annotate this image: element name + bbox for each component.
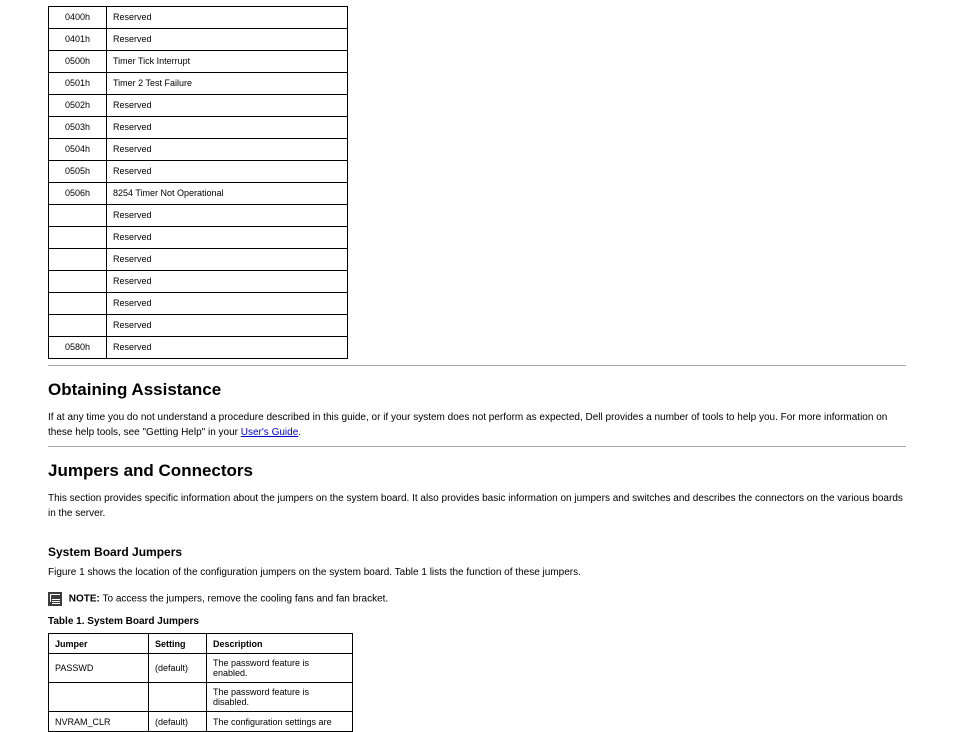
code-cell xyxy=(49,249,107,271)
desc-cell: Timer Tick Interrupt xyxy=(107,51,348,73)
code-cell xyxy=(49,293,107,315)
table-row: 0502hReserved xyxy=(49,95,348,117)
table-row: Reserved xyxy=(49,271,348,293)
code-cell: 0502h xyxy=(49,95,107,117)
table-row: 0401hReserved xyxy=(49,29,348,51)
table-row: 0505hReserved xyxy=(49,161,348,183)
codes-table: 0400hReserved0401hReserved0500hTimer Tic… xyxy=(48,6,348,359)
jumpers-subpara: Figure 1 shows the location of the confi… xyxy=(48,565,906,580)
desc-cell: Reserved xyxy=(107,29,348,51)
table-row: 0400hReserved xyxy=(49,7,348,29)
code-cell: 0505h xyxy=(49,161,107,183)
desc-cell: Timer 2 Test Failure xyxy=(107,73,348,95)
desc-cell: Reserved xyxy=(107,117,348,139)
desc-cell: The password feature is enabled. xyxy=(207,654,353,683)
th-desc: Description xyxy=(207,634,353,654)
code-cell xyxy=(49,315,107,337)
desc-cell: Reserved xyxy=(107,95,348,117)
code-cell: 0506h xyxy=(49,183,107,205)
setting-cell: (default) xyxy=(149,712,207,732)
desc-cell: Reserved xyxy=(107,337,348,359)
table-row: 0506h8254 Timer Not Operational xyxy=(49,183,348,205)
note-row: NOTE: To access the jumpers, remove the … xyxy=(48,592,906,606)
code-cell: 0504h xyxy=(49,139,107,161)
table-row: PASSWD(default)The password feature is e… xyxy=(49,654,353,683)
note-icon xyxy=(48,592,62,606)
code-cell: 0503h xyxy=(49,117,107,139)
table-row: Reserved xyxy=(49,227,348,249)
code-cell: 0500h xyxy=(49,51,107,73)
note-text: To access the jumpers, remove the coolin… xyxy=(103,594,389,605)
note-label: NOTE: xyxy=(69,594,100,605)
jumper-cell: PASSWD xyxy=(49,654,149,683)
code-cell: 0501h xyxy=(49,73,107,95)
jumpers-subheading: System Board Jumpers xyxy=(48,543,906,561)
table2-caption: Table 1. System Board Jumpers xyxy=(48,614,906,629)
table-row: The password feature is disabled. xyxy=(49,683,353,712)
code-cell: 0580h xyxy=(49,337,107,359)
desc-cell: Reserved xyxy=(107,315,348,337)
desc-cell: The password feature is disabled. xyxy=(207,683,353,712)
desc-cell: Reserved xyxy=(107,7,348,29)
assistance-heading: Obtaining Assistance xyxy=(48,380,906,400)
desc-cell: Reserved xyxy=(107,293,348,315)
table-row: Reserved xyxy=(49,249,348,271)
table-row: 0501hTimer 2 Test Failure xyxy=(49,73,348,95)
th-jumper: Jumper xyxy=(49,634,149,654)
table-row: 0500hTimer Tick Interrupt xyxy=(49,51,348,73)
code-cell: 0401h xyxy=(49,29,107,51)
jumper-cell: NVRAM_CLR xyxy=(49,712,149,732)
code-cell: 0400h xyxy=(49,7,107,29)
desc-cell: Reserved xyxy=(107,205,348,227)
table-row: 0580hReserved xyxy=(49,337,348,359)
desc-cell: Reserved xyxy=(107,227,348,249)
table-row: 0503hReserved xyxy=(49,117,348,139)
desc-cell: Reserved xyxy=(107,161,348,183)
jumpers-intro: This section provides specific informati… xyxy=(48,491,906,521)
desc-cell: The configuration settings are xyxy=(207,712,353,732)
jumper-cell xyxy=(49,683,149,712)
desc-cell: 8254 Timer Not Operational xyxy=(107,183,348,205)
desc-cell: Reserved xyxy=(107,249,348,271)
users-guide-link[interactable]: User's Guide xyxy=(241,427,299,438)
table-header-row: Jumper Setting Description xyxy=(49,634,353,654)
section-divider xyxy=(48,446,906,447)
jumpers-table: Jumper Setting Description PASSWD(defaul… xyxy=(48,633,353,732)
assistance-text-suffix: . xyxy=(298,427,301,438)
code-cell xyxy=(49,271,107,293)
table-row: Reserved xyxy=(49,315,348,337)
table-row: Reserved xyxy=(49,205,348,227)
assistance-text-prefix: If at any time you do not understand a p… xyxy=(48,412,887,438)
code-cell xyxy=(49,227,107,249)
section-divider xyxy=(48,365,906,366)
setting-cell: (default) xyxy=(149,654,207,683)
setting-cell xyxy=(149,683,207,712)
table-row: NVRAM_CLR(default)The configuration sett… xyxy=(49,712,353,732)
table-row: 0504hReserved xyxy=(49,139,348,161)
jumpers-heading: Jumpers and Connectors xyxy=(48,461,906,481)
th-setting: Setting xyxy=(149,634,207,654)
desc-cell: Reserved xyxy=(107,271,348,293)
table-row: Reserved xyxy=(49,293,348,315)
assistance-paragraph: If at any time you do not understand a p… xyxy=(48,410,906,440)
code-cell xyxy=(49,205,107,227)
desc-cell: Reserved xyxy=(107,139,348,161)
